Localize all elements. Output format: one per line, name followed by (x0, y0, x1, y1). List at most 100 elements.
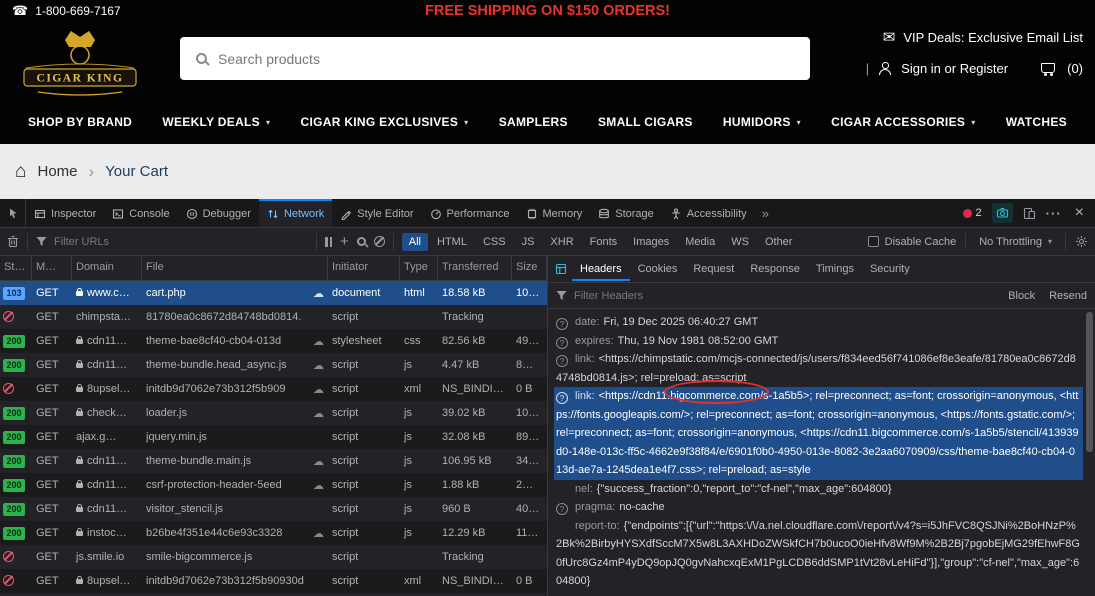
network-request-row[interactable]: 200 GET cdn11… theme-bae8cf40-cb04-013d … (0, 329, 547, 353)
disable-cache-checkbox[interactable] (868, 236, 879, 247)
devtools-menu-icon[interactable]: ··· (1046, 206, 1062, 221)
style-editor-icon (340, 208, 352, 220)
filter-pill[interactable]: HTML (430, 233, 474, 251)
chevron-down-icon: ▾ (1048, 237, 1052, 246)
error-count-badge[interactable]: 2 (963, 207, 982, 219)
nav-item[interactable]: CIGAR ACCESSORIES ▾ (831, 115, 975, 129)
site-logo[interactable]: CIGAR KING (16, 24, 144, 98)
nav-item[interactable]: SAMPLERS (499, 115, 568, 129)
network-request-row[interactable]: 200 GET ajax.g… jquery.min.js s (0, 425, 547, 449)
question-icon[interactable]: ? (556, 392, 568, 404)
phone-number[interactable]: ☎ 1-800-669-7167 (12, 3, 121, 19)
details-tab[interactable]: Timings (808, 257, 862, 281)
breadcrumb-home[interactable]: Home (37, 163, 77, 180)
details-tab[interactable]: Security (862, 257, 918, 281)
tab-inspector[interactable]: Inspector (26, 199, 104, 227)
question-icon[interactable]: ? (556, 337, 568, 349)
screenshot-icon[interactable] (992, 203, 1013, 223)
tab-network[interactable]: Network (259, 199, 332, 227)
filter-pill[interactable]: Images (626, 233, 676, 251)
file-cell: loader.js ☁ (142, 407, 328, 420)
tab-accessibility[interactable]: Accessibility (662, 199, 755, 227)
scrollbar-thumb[interactable] (1086, 312, 1093, 452)
column-header[interactable]: St… (0, 256, 32, 280)
resend-button[interactable]: Resend (1049, 290, 1087, 302)
column-header[interactable]: Size (512, 256, 547, 280)
new-request-icon[interactable]: + (340, 234, 349, 249)
cart-count[interactable]: (0) (1067, 61, 1083, 76)
column-header[interactable]: Domain (72, 256, 142, 280)
clear-requests-icon[interactable] (7, 235, 19, 248)
nav-item[interactable]: CIGAR KING EXCLUSIVES ▾ (301, 115, 469, 129)
more-tabs-icon[interactable]: » (755, 199, 776, 227)
tab-debugger[interactable]: Debugger (178, 199, 259, 227)
tab-performance[interactable]: Performance (422, 199, 518, 227)
network-request-row[interactable]: 200 GET check… loader.js ☁ scrip (0, 401, 547, 425)
question-icon[interactable]: ? (556, 503, 568, 515)
lock-icon (76, 459, 83, 464)
tab-style-editor[interactable]: Style Editor (332, 199, 421, 227)
header-name: report-to (575, 520, 620, 532)
filter-headers-input[interactable] (574, 290, 704, 302)
nav-item[interactable]: SMALL CIGARS (598, 115, 693, 129)
filter-pill[interactable]: Fonts (583, 233, 625, 251)
filter-urls-input[interactable] (54, 236, 308, 248)
column-header[interactable]: Type (400, 256, 438, 280)
filter-pill[interactable]: Other (758, 233, 800, 251)
details-tab[interactable]: Request (685, 257, 742, 281)
block-button[interactable]: Block (1008, 290, 1035, 302)
sign-in-link[interactable]: Sign in or Register (901, 61, 1008, 76)
domain-cell: 8upsel… (72, 575, 142, 587)
filter-pill[interactable]: JS (515, 233, 542, 251)
question-icon[interactable]: ? (556, 318, 568, 330)
cart-icon[interactable] (1040, 61, 1058, 76)
node-picker-icon[interactable] (0, 199, 26, 227)
nav-item[interactable]: SHOP BY BRAND (28, 115, 132, 129)
domain-cell: cdn11… (72, 503, 142, 515)
close-icon[interactable]: × (1072, 204, 1087, 222)
network-request-row[interactable]: GET 8upsel… initdb9d7062e73b312f5b90930d… (0, 569, 547, 593)
search-requests-icon[interactable] (357, 237, 366, 246)
cloud-icon: ☁ (313, 407, 324, 420)
details-panel-icon[interactable] (551, 259, 571, 279)
tab-storage[interactable]: Storage (590, 199, 662, 227)
question-icon[interactable]: ? (556, 355, 568, 367)
search-input[interactable] (218, 51, 794, 67)
nav-item[interactable]: WEEKLY DEALS ▾ (162, 115, 270, 129)
network-request-row[interactable]: 200 GET cdn11… csrf-protection-header-5e… (0, 473, 547, 497)
vip-deals-link[interactable]: ✉ VIP Deals: Exclusive Email List (883, 28, 1083, 46)
network-settings-gear-icon[interactable] (1075, 235, 1088, 248)
filter-pill[interactable]: CSS (476, 233, 513, 251)
column-header[interactable]: Initiator (328, 256, 400, 280)
details-tab[interactable]: Response (742, 257, 808, 281)
header-name: link (575, 390, 595, 402)
network-request-row[interactable]: 200 GET cdn11… visitor_stencil.js (0, 497, 547, 521)
method-cell: GET (32, 431, 72, 443)
network-request-row[interactable]: 103 GET www.c… cart.php ☁ docume (0, 281, 547, 305)
filter-pill[interactable]: XHR (543, 233, 580, 251)
network-request-row[interactable]: GET js.smile.io smile-bigcommerce.js scr… (0, 545, 547, 569)
tab-console[interactable]: Console (104, 199, 177, 227)
tab-memory[interactable]: Memory (518, 199, 591, 227)
pause-recording-icon[interactable] (325, 237, 332, 247)
details-tab[interactable]: Headers (572, 257, 630, 281)
responsive-design-icon[interactable] (1023, 207, 1036, 220)
network-request-row[interactable]: GET chimpsta… 81780ea0c8672d84748bd0814.… (0, 305, 547, 329)
nav-item[interactable]: WATCHES (1006, 115, 1067, 129)
column-header[interactable]: Transferred (438, 256, 512, 280)
filter-pill[interactable]: Media (678, 233, 722, 251)
column-header[interactable]: File (142, 256, 328, 280)
nav-item[interactable]: HUMIDORS ▾ (723, 115, 801, 129)
details-tab[interactable]: Cookies (630, 257, 686, 281)
column-header[interactable]: M… (32, 256, 72, 280)
home-icon[interactable]: ⌂ (15, 162, 26, 181)
disable-cache-toggle[interactable]: Disable Cache (868, 236, 957, 248)
network-request-row[interactable]: 200 GET cdn11… theme-bundle.head_async.j… (0, 353, 547, 377)
network-request-row[interactable]: 200 GET cdn11… theme-bundle.main.js ☁ (0, 449, 547, 473)
filter-pill[interactable]: WS (724, 233, 756, 251)
request-blocking-icon[interactable] (374, 236, 385, 247)
throttling-select[interactable]: No Throttling ▾ (975, 236, 1056, 248)
network-request-row[interactable]: 200 GET instoc… b26be4f351e44c6e93c3328 … (0, 521, 547, 545)
filter-pill[interactable]: All (402, 233, 428, 251)
network-request-row[interactable]: GET 8upsel… initdb9d7062e73b312f5b909 ☁ … (0, 377, 547, 401)
